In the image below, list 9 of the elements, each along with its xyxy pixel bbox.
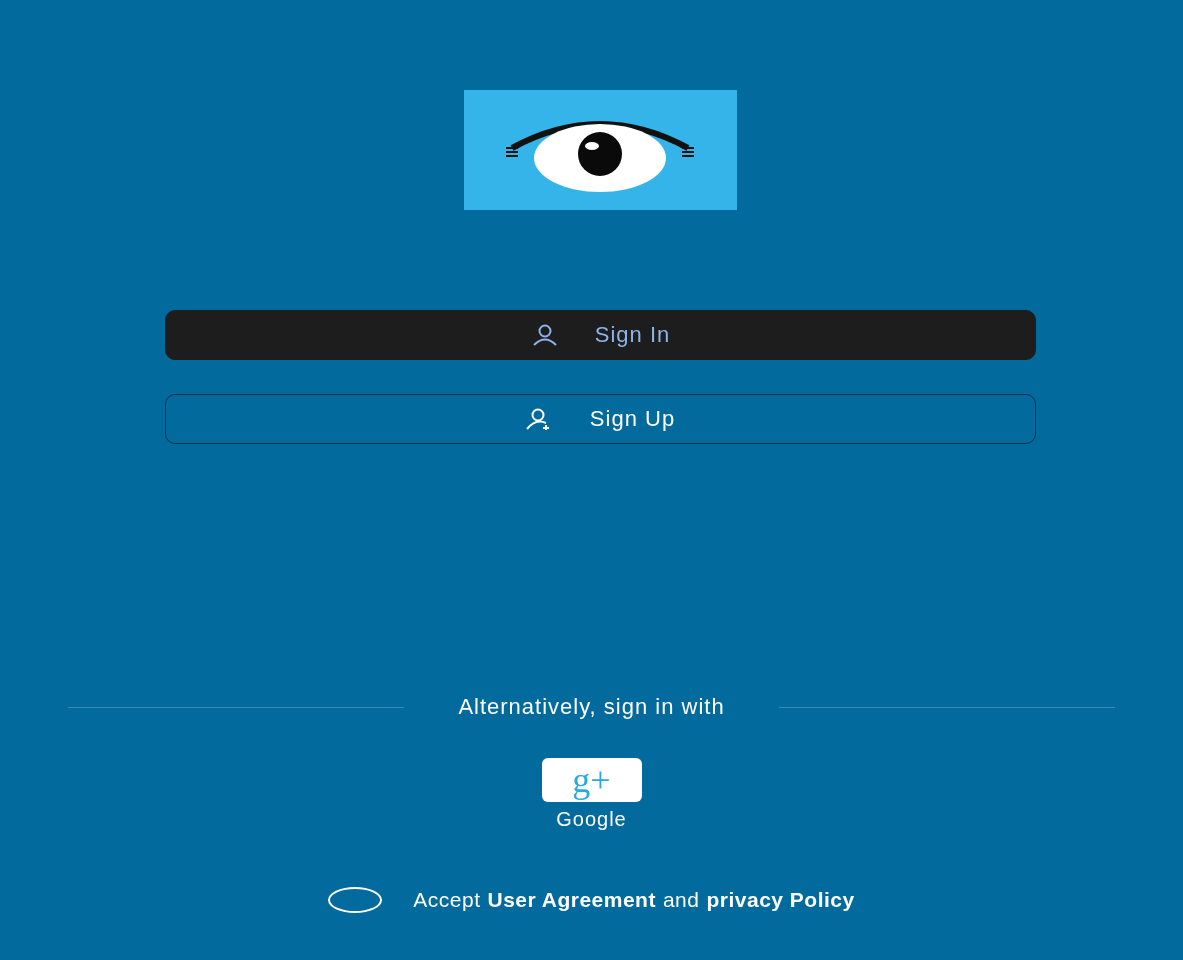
agreement-text: Accept [413,888,481,912]
agreement-link[interactable]: User Agreement [487,888,656,912]
accept-checkbox[interactable] [328,887,383,913]
alternative-sign-in-text: Alternatively, sign in with [458,694,725,720]
agreement-text: and [662,888,700,912]
sign-button[interactable]: Sign Up [165,394,1036,444]
agreement-link[interactable]: privacy Policy [706,888,855,912]
social-label: Google [556,808,627,831]
sign-button[interactable]: Sign In [165,310,1036,360]
